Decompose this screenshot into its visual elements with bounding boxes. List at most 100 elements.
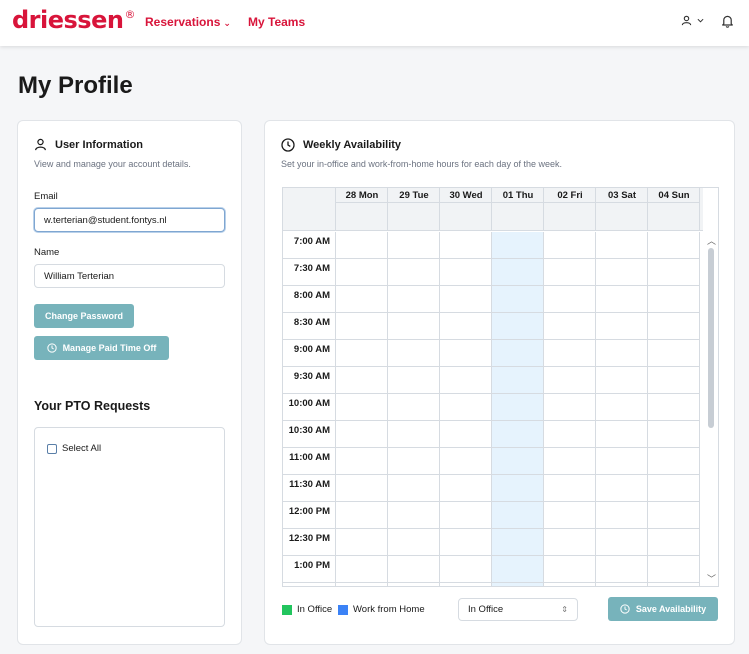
availability-slot[interactable] — [440, 556, 492, 583]
change-password-button[interactable]: Change Password — [34, 304, 134, 328]
availability-slot[interactable] — [440, 232, 492, 259]
availability-slot[interactable] — [544, 232, 596, 259]
email-field[interactable] — [34, 208, 225, 232]
notifications-button[interactable] — [721, 14, 734, 33]
availability-slot[interactable] — [336, 502, 388, 529]
availability-slot[interactable] — [648, 502, 700, 529]
availability-slot[interactable] — [544, 367, 596, 394]
availability-slot[interactable] — [388, 556, 440, 583]
availability-slot[interactable] — [440, 448, 492, 475]
chevron-up-icon[interactable]: ︿ — [707, 234, 716, 247]
availability-slot[interactable] — [492, 313, 544, 340]
availability-slot[interactable] — [544, 421, 596, 448]
availability-slot[interactable] — [388, 286, 440, 313]
availability-slot[interactable] — [440, 367, 492, 394]
availability-slot[interactable] — [492, 394, 544, 421]
availability-slot[interactable] — [336, 286, 388, 313]
availability-slot[interactable] — [336, 421, 388, 448]
availability-slot[interactable] — [596, 340, 648, 367]
availability-slot[interactable] — [492, 286, 544, 313]
availability-slot[interactable] — [648, 313, 700, 340]
availability-slot[interactable] — [492, 583, 544, 586]
availability-slot[interactable] — [596, 259, 648, 286]
availability-slot[interactable] — [388, 394, 440, 421]
availability-slot[interactable] — [388, 583, 440, 586]
availability-slot[interactable] — [336, 367, 388, 394]
availability-slot[interactable] — [336, 394, 388, 421]
availability-slot[interactable] — [336, 583, 388, 586]
availability-mode-select[interactable]: In Office ⇕ — [458, 598, 578, 621]
availability-slot[interactable] — [440, 340, 492, 367]
availability-slot[interactable] — [596, 232, 648, 259]
availability-slot[interactable] — [388, 232, 440, 259]
availability-slot[interactable] — [440, 529, 492, 556]
select-all-checkbox[interactable] — [47, 443, 57, 454]
nav-my-teams[interactable]: My Teams — [248, 15, 305, 29]
availability-slot[interactable] — [648, 475, 700, 502]
availability-slot[interactable] — [596, 502, 648, 529]
manage-pto-button[interactable]: Manage Paid Time Off — [34, 336, 169, 360]
chevron-down-icon[interactable]: ﹀ — [707, 572, 716, 585]
availability-slot[interactable] — [492, 502, 544, 529]
availability-slot[interactable] — [596, 394, 648, 421]
availability-slot[interactable] — [648, 448, 700, 475]
availability-slot[interactable] — [648, 367, 700, 394]
name-field[interactable] — [34, 264, 225, 288]
availability-slot[interactable] — [492, 259, 544, 286]
availability-slot[interactable] — [596, 313, 648, 340]
availability-slot[interactable] — [648, 556, 700, 583]
availability-slot[interactable] — [544, 475, 596, 502]
select-all[interactable]: Select All — [47, 443, 101, 454]
availability-slot[interactable] — [440, 313, 492, 340]
availability-slot[interactable] — [544, 259, 596, 286]
availability-slot[interactable] — [596, 448, 648, 475]
availability-slot[interactable] — [388, 421, 440, 448]
availability-slot[interactable] — [596, 286, 648, 313]
availability-slot[interactable] — [492, 367, 544, 394]
availability-slot[interactable] — [648, 583, 700, 586]
availability-slot[interactable] — [336, 259, 388, 286]
availability-slot[interactable] — [648, 529, 700, 556]
availability-slot[interactable] — [648, 232, 700, 259]
availability-slot[interactable] — [544, 448, 596, 475]
availability-slot[interactable] — [492, 475, 544, 502]
availability-slot[interactable] — [544, 583, 596, 586]
availability-slot[interactable] — [388, 367, 440, 394]
availability-slot[interactable] — [492, 340, 544, 367]
availability-slot[interactable] — [544, 556, 596, 583]
availability-slot[interactable] — [648, 340, 700, 367]
calendar-scrollbar[interactable]: ︿ ﹀ — [704, 232, 718, 586]
availability-slot[interactable] — [648, 394, 700, 421]
availability-slot[interactable] — [544, 394, 596, 421]
availability-slot[interactable] — [336, 340, 388, 367]
availability-slot[interactable] — [648, 259, 700, 286]
availability-slot[interactable] — [596, 556, 648, 583]
availability-slot[interactable] — [388, 529, 440, 556]
availability-slot[interactable] — [492, 232, 544, 259]
availability-slot[interactable] — [336, 556, 388, 583]
availability-slot[interactable] — [596, 421, 648, 448]
nav-reservations[interactable]: Reservations ⌄ — [145, 15, 231, 29]
availability-slot[interactable] — [388, 448, 440, 475]
availability-slot[interactable] — [492, 421, 544, 448]
availability-slot[interactable] — [596, 367, 648, 394]
availability-slot[interactable] — [388, 259, 440, 286]
availability-slot[interactable] — [388, 502, 440, 529]
availability-slot[interactable] — [544, 529, 596, 556]
availability-slot[interactable] — [440, 502, 492, 529]
availability-slot[interactable] — [492, 448, 544, 475]
availability-slot[interactable] — [440, 394, 492, 421]
availability-slot[interactable] — [440, 259, 492, 286]
availability-slot[interactable] — [596, 529, 648, 556]
availability-slot[interactable] — [544, 286, 596, 313]
availability-slot[interactable] — [492, 556, 544, 583]
availability-slot[interactable] — [596, 475, 648, 502]
availability-slot[interactable] — [544, 502, 596, 529]
availability-slot[interactable] — [440, 583, 492, 586]
availability-slot[interactable] — [544, 313, 596, 340]
availability-slot[interactable] — [336, 232, 388, 259]
availability-slot[interactable] — [544, 340, 596, 367]
availability-slot[interactable] — [440, 475, 492, 502]
availability-slot[interactable] — [440, 286, 492, 313]
availability-slot[interactable] — [596, 583, 648, 586]
